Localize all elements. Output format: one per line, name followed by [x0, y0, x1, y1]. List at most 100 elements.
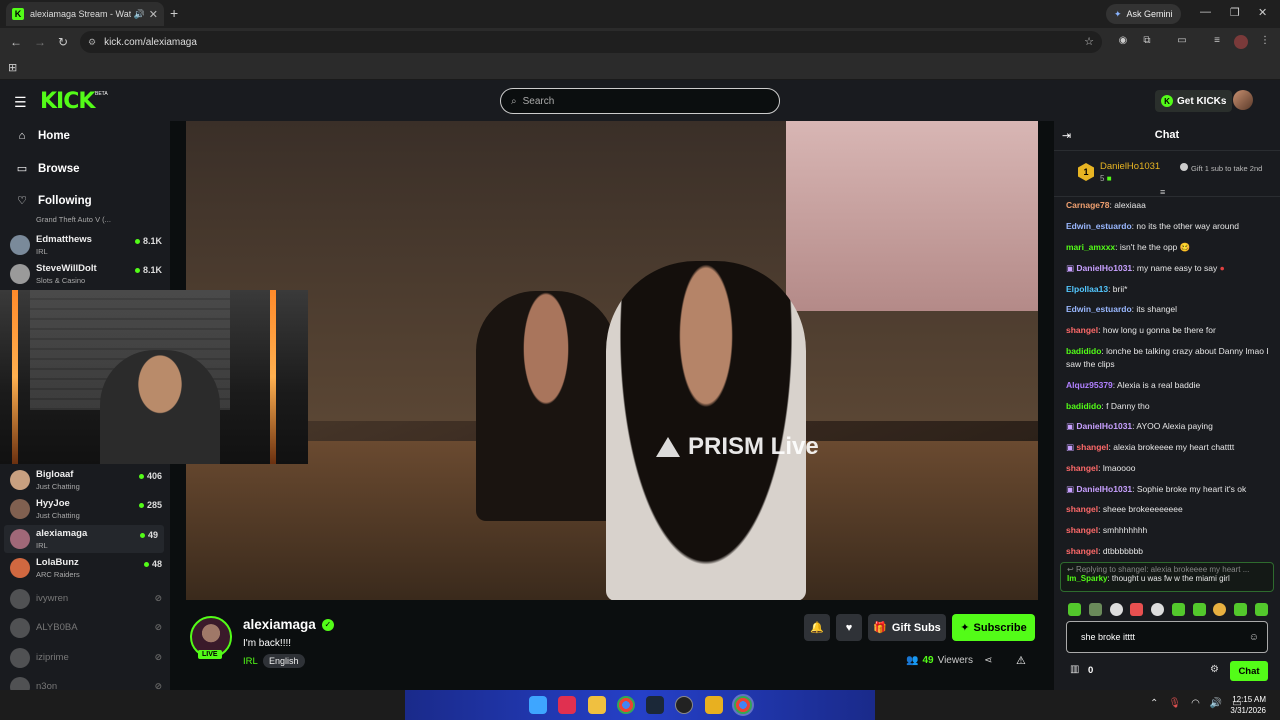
start-icon[interactable] — [529, 696, 547, 714]
new-tab-button[interactable]: + — [170, 5, 178, 21]
channel-item-lolabunz[interactable]: LolaBunz ARC Raiders 48 — [10, 554, 162, 582]
reply-message[interactable]: ↩ Replying to shangel: alexia brokeeee m… — [1060, 562, 1274, 592]
channel-item-offline[interactable]: n3on ⊘ — [10, 673, 162, 690]
language-tag[interactable]: English — [263, 654, 305, 668]
leaderboard-user[interactable]: DanielHo1031 — [1100, 161, 1160, 172]
chat-message[interactable]: badidido: f Danny tho — [1066, 400, 1272, 413]
extension-icon[interactable]: ◉ — [1116, 35, 1130, 49]
chat-message[interactable]: Alquz95379: Alexia is a real baddie — [1066, 379, 1272, 392]
chat-message[interactable]: Carnage78: alexiaaa — [1066, 199, 1272, 212]
user-avatar[interactable] — [1233, 90, 1253, 110]
chrome-active-icon[interactable] — [732, 694, 754, 716]
emote-icon[interactable] — [1234, 603, 1248, 616]
chrome-icon[interactable] — [617, 696, 635, 714]
emote-icon[interactable] — [1213, 603, 1227, 616]
chat-settings-icon[interactable]: ⚙ — [1210, 664, 1219, 675]
chat-message[interactable]: shangel: lmaoooo — [1066, 462, 1272, 475]
chat-message[interactable]: Edwin_estuardo: its shangel — [1066, 303, 1272, 316]
chat-message[interactable]: Elpollaa13: brii* — [1066, 283, 1272, 296]
obs-icon[interactable] — [675, 696, 693, 714]
nav-browse[interactable]: ▭ Browse — [16, 162, 80, 176]
reload-icon[interactable]: ↻ — [58, 35, 68, 49]
extensions-puzzle-icon[interactable]: ⧉ — [1140, 35, 1154, 49]
chat-message[interactable]: ▣ shangel: alexia brokeeee my heart chat… — [1066, 441, 1272, 454]
share-icon[interactable]: ⋖ — [984, 655, 992, 666]
channel-item-offline[interactable]: iziprime ⊘ — [10, 644, 162, 672]
emote-icon[interactable] — [1109, 603, 1123, 616]
chat-message[interactable]: ▣ DanielHo1031: AYOO Alexia paying — [1066, 420, 1272, 433]
security-shield-icon[interactable] — [705, 696, 723, 714]
menu-dots-icon[interactable]: ⋮ — [1258, 35, 1272, 49]
volume-icon[interactable]: 🔊 — [1210, 698, 1222, 709]
emote-icon[interactable] — [1171, 603, 1185, 616]
wifi-icon[interactable]: ◠ — [1191, 698, 1200, 709]
report-icon[interactable]: ⚠ — [1016, 654, 1026, 667]
app-icon[interactable] — [558, 696, 576, 714]
profile-icon[interactable] — [1234, 35, 1248, 49]
bookmark-star-icon[interactable]: ☆ — [1084, 35, 1094, 48]
notification-bell-button[interactable]: 🔔 — [804, 614, 830, 641]
nav-following[interactable]: ♡ Following — [16, 194, 92, 208]
file-explorer-icon[interactable] — [588, 696, 606, 714]
channel-item-offline[interactable]: ALYB0BA ⊘ — [10, 614, 162, 642]
points-icon[interactable]: ▥ — [1070, 664, 1079, 675]
stream-category-link[interactable]: IRL — [243, 656, 258, 667]
chat-message[interactable]: shangel: smhhhhhhh — [1066, 524, 1272, 537]
emote-icon[interactable] — [1088, 603, 1102, 616]
channel-item-edmatthews[interactable]: Edmatthews IRL 8.1K — [10, 231, 162, 259]
gift-prompt[interactable]: Gift 1 sub to take 2nd — [1180, 163, 1270, 173]
emote-icon[interactable] — [1151, 603, 1165, 616]
close-window-button[interactable]: ✕ — [1258, 6, 1267, 19]
chat-message[interactable]: badidido: lonche be talking crazy about … — [1066, 345, 1272, 371]
chat-message[interactable]: Edwin_estuardo: no its the other way aro… — [1066, 220, 1272, 233]
channel-item-partial[interactable]: Grand Theft Auto V (... — [10, 213, 162, 227]
emote-icon[interactable] — [1130, 603, 1144, 616]
site-info-icon[interactable]: ⚙ — [88, 37, 96, 48]
channel-item-alexiamaga[interactable]: alexiamaga IRL 49 — [4, 525, 164, 553]
gift-subs-button[interactable]: 🎁 Gift Subs — [868, 614, 946, 641]
chat-message[interactable]: ▣ DanielHo1031: Sophie broke my heart it… — [1066, 483, 1272, 496]
media-control-icon[interactable]: ≡ — [1210, 35, 1224, 49]
chat-message[interactable]: ▣ DanielHo1031: my name easy to say ● — [1066, 262, 1272, 275]
chat-message[interactable]: shangel: sheee brokeeeeeeee — [1066, 503, 1272, 516]
chat-message[interactable]: mari_amxxx: isn't he the opp 🥴 — [1066, 241, 1272, 254]
microphone-icon[interactable]: 🎙 — [1168, 698, 1181, 709]
speaker-icon[interactable]: 🔊 — [134, 9, 145, 20]
tray-chevron-icon[interactable]: ⌃ — [1150, 698, 1158, 709]
back-icon[interactable]: ← — [10, 35, 22, 49]
emote-icon[interactable] — [1254, 603, 1268, 616]
channel-item-hyyjoe[interactable]: HyyJoe Just Chatting 285 — [10, 495, 162, 523]
forward-icon[interactable]: → — [34, 35, 46, 49]
get-kicks-button[interactable]: K Get KICKs — [1155, 90, 1233, 112]
emote-icon[interactable] — [1192, 603, 1206, 616]
apps-grid-icon[interactable]: ⊞ — [8, 61, 17, 74]
ask-gemini-button[interactable]: ✦ Ask Gemini — [1106, 4, 1181, 24]
url-field[interactable]: ⚙ kick.com/alexiamaga ☆ — [80, 31, 1102, 53]
chat-input[interactable]: she broke itttt ☺ — [1066, 621, 1268, 653]
tab-close-icon[interactable]: ✕ — [149, 8, 158, 21]
emote-icon[interactable] — [1068, 603, 1081, 616]
maximize-button[interactable]: ❐ — [1230, 6, 1240, 19]
chat-message[interactable]: shangel: dtbbbbbbb — [1066, 545, 1272, 558]
clock[interactable]: 12:15 AM 3/31/2026 — [1230, 694, 1266, 716]
subscribe-button[interactable]: ✦ Subscribe — [952, 614, 1035, 641]
expand-icon[interactable]: ≡ — [1160, 187, 1165, 197]
channel-item-stevewilldoit[interactable]: SteveWillDoIt Slots & Casino 8.1K — [10, 260, 162, 288]
follow-button[interactable]: ♥ — [836, 614, 862, 641]
kick-logo[interactable]: KICK — [40, 89, 95, 114]
split-view-icon[interactable]: ▭ — [1175, 35, 1189, 49]
emoji-picker-icon[interactable]: ☺ — [1249, 632, 1259, 643]
nav-home[interactable]: ⌂ Home — [16, 130, 70, 142]
steam-icon[interactable] — [646, 696, 664, 714]
channel-item-offline[interactable]: ivywren ⊘ — [10, 585, 162, 613]
chat-message[interactable]: shangel: how long u gonna be there for — [1066, 324, 1272, 337]
hamburger-menu-icon[interactable]: ☰ — [14, 94, 27, 111]
channel-title[interactable]: alexiamaga ✓ — [243, 617, 334, 632]
minimize-button[interactable]: — — [1200, 6, 1211, 18]
search-input[interactable]: ⌕ Search — [500, 88, 780, 114]
channel-item-bigloaaf[interactable]: Bigloaaf Just Chatting 406 — [10, 466, 162, 494]
browser-tab[interactable]: K alexiamaga Stream - Watch 🔊 ✕ — [6, 2, 164, 26]
live-badge: LIVE — [198, 650, 222, 659]
video-player[interactable] — [186, 121, 1038, 600]
send-chat-button[interactable]: Chat — [1230, 661, 1268, 681]
